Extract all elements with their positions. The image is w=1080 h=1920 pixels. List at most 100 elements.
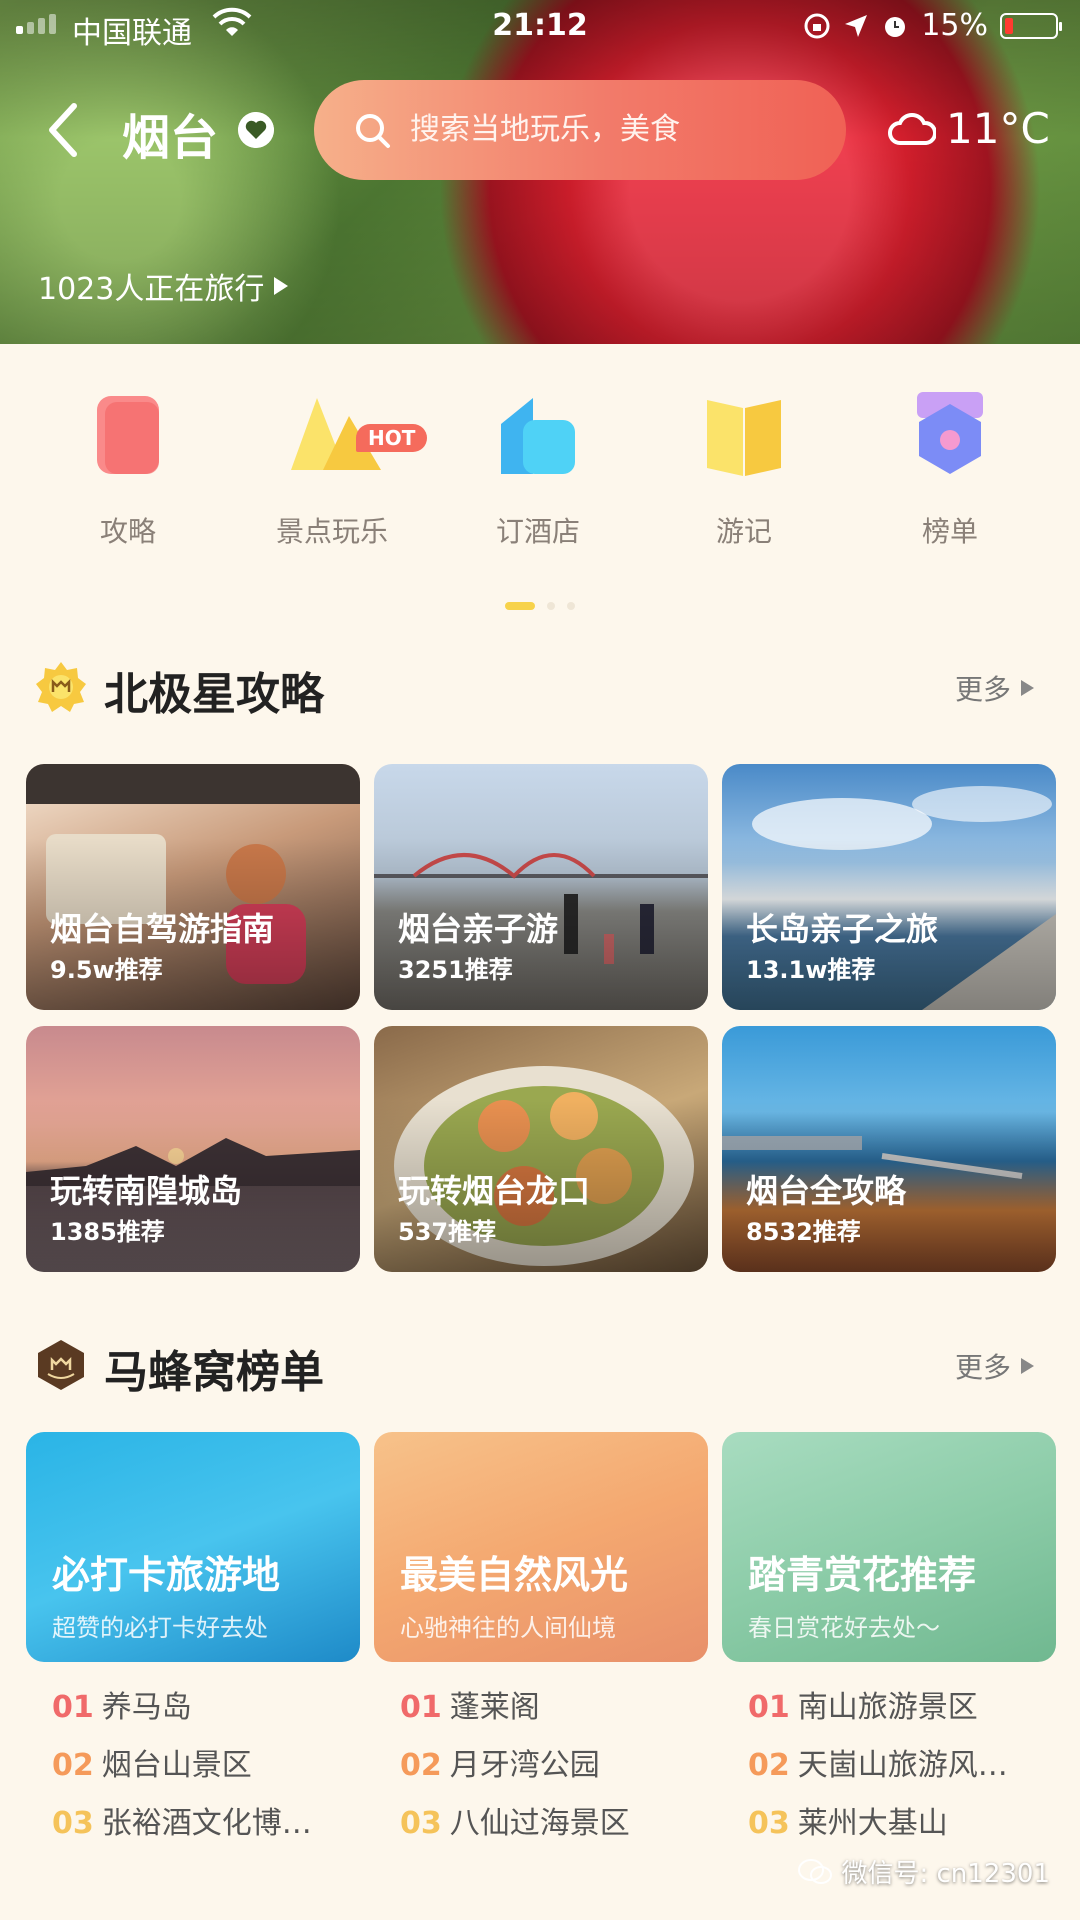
guide-card[interactable]: 烟台亲子游 3251推荐 (374, 764, 708, 1010)
place-name: 烟台山景区 (101, 1748, 252, 1783)
temperature: 11°C (946, 104, 1050, 153)
city-title[interactable]: 烟台 (122, 98, 218, 168)
ranking-list: 01 蓬莱阁 02 月牙湾公园 03 八仙过海景区 (400, 1682, 734, 1856)
list-item[interactable]: 03 八仙过海景区 (400, 1798, 734, 1856)
guide-recommend-count: 13.1w推荐 (746, 956, 876, 984)
rank-number: 03 (52, 1806, 94, 1841)
battery-percent: 15% (921, 8, 988, 43)
list-item[interactable]: 03 张裕酒文化博… (52, 1798, 386, 1856)
guide-title: 玩转烟台龙口 (398, 1172, 591, 1210)
guide-card[interactable]: 玩转烟台龙口 537推荐 (374, 1026, 708, 1272)
guide-card[interactable]: 玩转南隍城岛 1385推荐 (26, 1026, 360, 1272)
ranking-title: 最美自然风光 (400, 1553, 629, 1597)
category-label: 订酒店 (495, 515, 580, 548)
ranking-list: 01 养马岛 02 烟台山景区 03 张裕酒文化博… (52, 1682, 386, 1856)
ranking-card[interactable]: 最美自然风光 心驰神往的人间仙境 (374, 1432, 708, 1662)
place-name: 张裕酒文化博… (101, 1806, 312, 1841)
ranking-icon (905, 390, 995, 480)
ranking-card[interactable]: 必打卡旅游地 超赞的必打卡好去处 (26, 1432, 360, 1662)
ranking-subtitle: 心驰神往的人间仙境 (400, 1614, 616, 1642)
search-bar[interactable]: 搜索当地玩乐，美食 (314, 80, 846, 180)
rank-number: 01 (748, 1690, 790, 1725)
guide-card[interactable]: 烟台自驾游指南 9.5w推荐 (26, 764, 360, 1010)
place-name: 月牙湾公园 (449, 1748, 600, 1783)
rank-number: 02 (400, 1748, 442, 1783)
weather-widget[interactable]: 11°C (888, 104, 1050, 153)
place-name: 天崮山旅游风… (797, 1748, 1008, 1783)
guide-recommend-count: 8532推荐 (746, 1218, 861, 1246)
location-arrow-icon (845, 14, 868, 37)
ranking-subtitle: 超赞的必打卡好去处 (52, 1614, 268, 1642)
category-ranking[interactable]: 榜单 (870, 390, 1030, 550)
guide-title: 玩转南隍城岛 (50, 1172, 243, 1210)
ranking-title: 必打卡旅游地 (52, 1553, 281, 1597)
page-indicator (0, 602, 1080, 610)
search-placeholder: 搜索当地玩乐，美食 (410, 112, 680, 147)
rankings-more-link[interactable]: 更多 (955, 1346, 1034, 1386)
place-name: 八仙过海景区 (449, 1806, 630, 1841)
hotel-icon (493, 390, 583, 480)
chevron-right-icon (1021, 680, 1034, 696)
guide-recommend-count: 1385推荐 (50, 1218, 165, 1246)
section-title: 马蜂窝榜单 (104, 1347, 324, 1398)
rank-number: 03 (400, 1806, 442, 1841)
place-name: 南山旅游景区 (797, 1690, 978, 1725)
travelers-link[interactable]: 1023人正在旅行 (38, 264, 289, 308)
category-nav: 攻略 景点玩乐 HOT 订酒店 游记 榜单 (0, 390, 1080, 548)
guides-more-link[interactable]: 更多 (955, 668, 1034, 708)
alarm-icon (885, 16, 906, 37)
chevron-right-icon (1021, 1358, 1034, 1374)
category-label: 景点玩乐 (275, 515, 388, 548)
city-favorite-icon[interactable] (238, 112, 274, 148)
category-label: 榜单 (921, 515, 978, 548)
rotation-lock-icon (804, 13, 830, 38)
more-label: 更多 (954, 1351, 1011, 1384)
rank-number: 01 (400, 1690, 442, 1725)
rank-number: 03 (748, 1806, 790, 1841)
list-item[interactable]: 02 天崮山旅游风… (748, 1740, 1080, 1798)
list-item[interactable]: 01 养马岛 (52, 1682, 386, 1740)
category-travel-notes[interactable]: 游记 (664, 390, 824, 550)
guide-recommend-count: 537推荐 (398, 1218, 497, 1246)
cloud-icon (888, 112, 936, 145)
guides-header: 北极星攻略 更多 (0, 656, 1080, 720)
wechat-icon (798, 1858, 833, 1884)
guide-card[interactable]: 长岛亲子之旅 13.1w推荐 (722, 764, 1056, 1010)
guide-icon (83, 390, 173, 480)
guide-title: 长岛亲子之旅 (746, 910, 939, 948)
category-attractions[interactable]: 景点玩乐 (252, 390, 412, 550)
guide-recommend-count: 9.5w推荐 (50, 956, 163, 984)
guide-recommend-count: 3251推荐 (398, 956, 513, 984)
search-icon (356, 114, 390, 148)
battery-icon (1000, 12, 1062, 39)
guide-title: 烟台自驾游指南 (50, 910, 275, 948)
guide-title: 烟台全攻略 (746, 1172, 907, 1210)
ranking-title: 踏青赏花推荐 (748, 1553, 977, 1597)
play-arrow-icon (274, 277, 289, 295)
list-item[interactable]: 01 蓬莱阁 (400, 1682, 734, 1740)
list-item[interactable]: 02 月牙湾公园 (400, 1740, 734, 1798)
rank-number: 01 (52, 1690, 94, 1725)
list-item[interactable]: 02 烟台山景区 (52, 1740, 386, 1798)
hot-badge: HOT (356, 424, 428, 452)
category-label: 游记 (715, 515, 772, 548)
travel-notes-icon (699, 390, 789, 480)
wechat-watermark: 微信号: cn12301 (797, 1853, 1050, 1890)
mafengwo-badge-icon (38, 1340, 84, 1390)
list-item[interactable]: 01 南山旅游景区 (748, 1682, 1080, 1740)
place-name: 蓬莱阁 (449, 1690, 540, 1725)
section-title: 北极星攻略 (104, 669, 324, 720)
ranking-card[interactable]: 踏青赏花推荐 春日赏花好去处～ (722, 1432, 1056, 1662)
rankings-header: 马蜂窝榜单 更多 (0, 1334, 1080, 1398)
guide-card[interactable]: 烟台全攻略 8532推荐 (722, 1026, 1056, 1272)
category-guide[interactable]: 攻略 (48, 390, 208, 550)
guide-title: 烟台亲子游 (398, 910, 559, 948)
list-item[interactable]: 03 莱州大基山 (748, 1798, 1080, 1856)
place-name: 莱州大基山 (797, 1806, 948, 1841)
category-hotel[interactable]: 订酒店 (458, 390, 618, 550)
ranking-subtitle: 春日赏花好去处～ (748, 1614, 940, 1642)
polaris-badge-icon (36, 662, 86, 712)
back-arrow-icon[interactable] (44, 100, 84, 160)
watermark-text: 微信号: cn12301 (841, 1859, 1050, 1889)
status-bar: 中国联通 21:12 15% (0, 0, 1080, 54)
